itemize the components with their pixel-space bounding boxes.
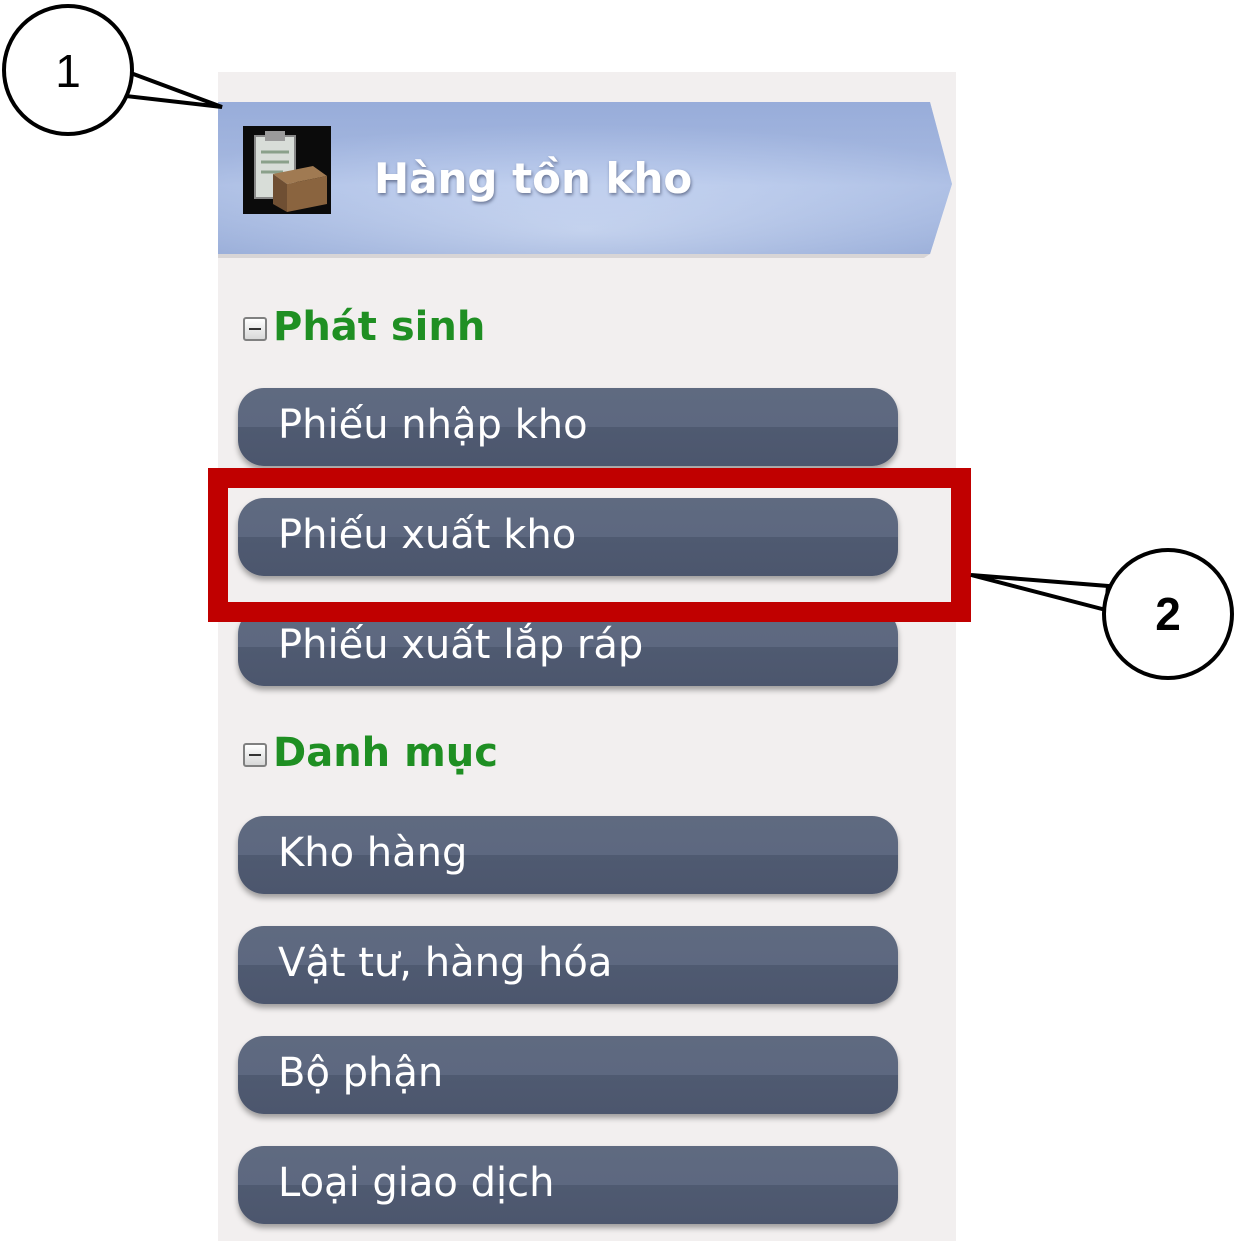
annotated-screenshot: Hàng tồn kho Phát sinh Phiếu nhập kho Ph… bbox=[0, 0, 1238, 1241]
callout-pointers bbox=[2, 4, 1234, 680]
callout-number-2: 2 bbox=[1155, 588, 1181, 640]
callout-number-1: 1 bbox=[55, 45, 81, 97]
